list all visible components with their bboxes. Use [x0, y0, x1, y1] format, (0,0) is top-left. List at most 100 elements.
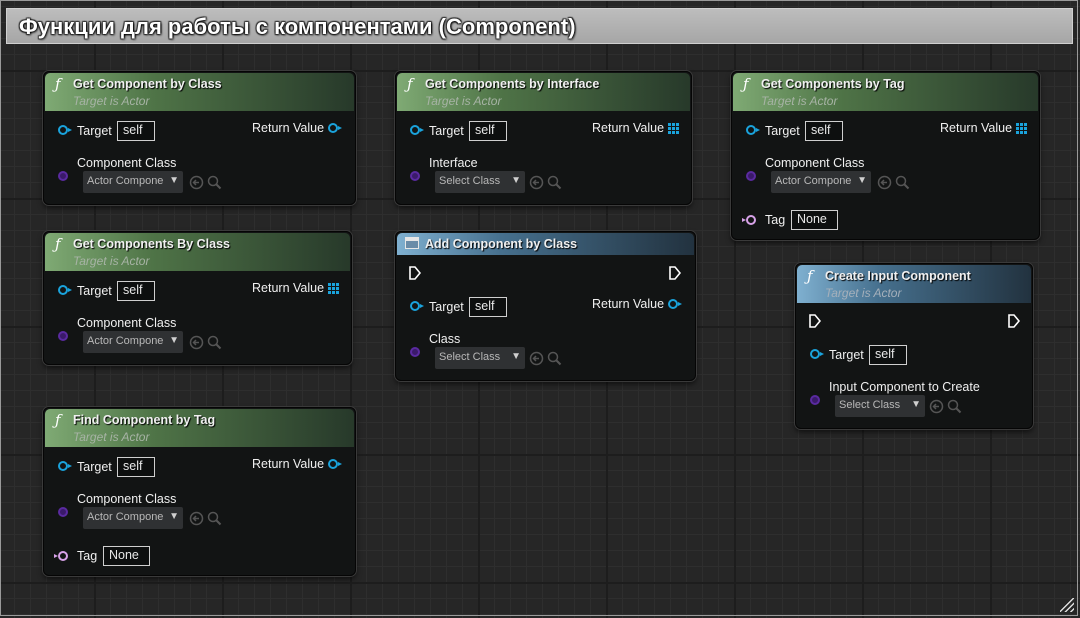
return-value-pin[interactable]	[668, 299, 682, 309]
node-get-components-by-class[interactable]: ƒ Get Components By Class Target is Acto…	[43, 231, 352, 365]
use-asset-icon[interactable]	[877, 175, 892, 190]
component-class-combo[interactable]: Actor Compone ▼	[83, 507, 183, 529]
node-header[interactable]: ƒ Get Components by Interface Target is …	[397, 73, 690, 111]
node-get-components-by-tag[interactable]: ƒ Get Components by Tag Target is Actor …	[731, 71, 1040, 240]
target-input[interactable]: self	[469, 297, 507, 317]
return-value-array-pin[interactable]	[1016, 123, 1027, 134]
chevron-down-icon: ▼	[511, 175, 521, 186]
component-class-combo[interactable]: Actor Compone ▼	[771, 171, 871, 193]
target-label: Target	[77, 284, 112, 298]
target-pin[interactable]	[58, 285, 72, 295]
browse-icon[interactable]	[207, 175, 222, 190]
node-header[interactable]: ƒ Create Input Component Target is Actor	[797, 265, 1031, 303]
target-input[interactable]: self	[117, 457, 155, 477]
target-input[interactable]: self	[869, 345, 907, 365]
return-value-label: Return Value	[592, 297, 665, 311]
target-pin[interactable]	[410, 301, 424, 311]
browse-icon[interactable]	[947, 399, 962, 414]
browse-icon[interactable]	[207, 335, 222, 350]
tag-input[interactable]: None	[791, 210, 838, 230]
node-header[interactable]: ƒ Find Component by Tag Target is Actor	[45, 409, 354, 447]
input-component-pin[interactable]	[810, 395, 820, 405]
use-asset-icon[interactable]	[929, 399, 944, 414]
asset-tools	[929, 399, 965, 415]
node-subtitle: Target is Actor	[73, 254, 150, 268]
node-find-component-by-tag[interactable]: ƒ Find Component by Tag Target is Actor …	[43, 407, 356, 576]
interface-label: Interface	[429, 156, 478, 170]
target-label: Target	[429, 124, 464, 138]
node-get-component-by-class[interactable]: ƒ Get Component by Class Target is Actor…	[43, 71, 356, 205]
chevron-down-icon: ▼	[169, 511, 179, 522]
return-value-array-pin[interactable]	[668, 123, 679, 134]
node-subtitle: Target is Actor	[761, 94, 838, 108]
target-label: Target	[77, 124, 112, 138]
browse-icon[interactable]	[895, 175, 910, 190]
target-pin[interactable]	[810, 349, 824, 359]
input-component-combo[interactable]: Select Class ▼	[835, 395, 925, 417]
target-pin[interactable]	[746, 125, 760, 135]
tag-pin[interactable]	[742, 215, 756, 225]
resize-grip-icon[interactable]	[1060, 598, 1074, 612]
node-title: Find Component by Tag	[73, 413, 216, 427]
interface-pin[interactable]	[410, 171, 420, 181]
target-input[interactable]: self	[469, 121, 507, 141]
component-class-pin[interactable]	[58, 507, 68, 517]
browse-icon[interactable]	[547, 351, 562, 366]
browse-icon[interactable]	[547, 175, 562, 190]
component-class-pin[interactable]	[58, 331, 68, 341]
node-subtitle: Target is Actor	[425, 94, 502, 108]
tag-label: Tag	[77, 549, 98, 563]
function-icon: ƒ	[807, 267, 813, 285]
return-value-label: Return Value	[252, 281, 325, 295]
component-class-combo[interactable]: Actor Compone ▼	[83, 171, 183, 193]
node-title: Get Component by Class	[73, 77, 222, 91]
target-pin[interactable]	[58, 125, 72, 135]
use-asset-icon[interactable]	[189, 335, 204, 350]
target-input[interactable]: self	[117, 121, 155, 141]
node-get-components-by-interface[interactable]: ƒ Get Components by Interface Target is …	[395, 71, 692, 205]
node-title: Get Components By Class	[73, 237, 230, 251]
use-asset-icon[interactable]	[529, 175, 544, 190]
tag-pin[interactable]	[54, 551, 68, 561]
component-class-pin[interactable]	[746, 171, 756, 181]
class-combo[interactable]: Select Class ▼	[435, 347, 525, 369]
target-label: Target	[429, 300, 464, 314]
browse-icon[interactable]	[207, 511, 222, 526]
tag-input[interactable]: None	[103, 546, 150, 566]
exec-out-pin-icon[interactable]	[1008, 314, 1020, 328]
function-icon: ƒ	[55, 235, 61, 253]
class-label: Class	[429, 332, 461, 346]
node-header[interactable]: Add Component by Class	[397, 233, 694, 255]
exec-out-pin-icon[interactable]	[669, 266, 681, 280]
use-asset-icon[interactable]	[189, 511, 204, 526]
node-header[interactable]: ƒ Get Components By Class Target is Acto…	[45, 233, 350, 271]
node-header[interactable]: ƒ Get Component by Class Target is Actor	[45, 73, 354, 111]
component-class-combo[interactable]: Actor Compone ▼	[83, 331, 183, 353]
node-subtitle: Target is Actor	[825, 286, 902, 300]
node-add-component-by-class[interactable]: Add Component by Class Target self Retur…	[395, 231, 696, 381]
asset-tools	[189, 511, 225, 527]
component-class-label: Component Class	[77, 492, 177, 506]
use-asset-icon[interactable]	[189, 175, 204, 190]
exec-in-pin-icon[interactable]	[809, 314, 821, 328]
combo-value: Select Class	[839, 399, 901, 411]
interface-combo[interactable]: Select Class ▼	[435, 171, 525, 193]
exec-in-pin-icon[interactable]	[409, 266, 421, 280]
comment-header[interactable]: Функции для работы с компонентами (Compo…	[6, 8, 1073, 44]
return-value-label: Return Value	[252, 457, 325, 471]
asset-tools	[529, 351, 565, 367]
combo-value: Actor Compone	[87, 511, 164, 523]
use-asset-icon[interactable]	[529, 351, 544, 366]
component-class-pin[interactable]	[58, 171, 68, 181]
target-input[interactable]: self	[117, 281, 155, 301]
class-pin[interactable]	[410, 347, 420, 357]
return-value-pin[interactable]	[328, 459, 342, 469]
target-pin[interactable]	[410, 125, 424, 135]
node-create-input-component[interactable]: ƒ Create Input Component Target is Actor…	[795, 263, 1033, 429]
chevron-down-icon: ▼	[911, 399, 921, 410]
return-value-pin[interactable]	[328, 123, 342, 133]
target-input[interactable]: self	[805, 121, 843, 141]
target-pin[interactable]	[58, 461, 72, 471]
node-header[interactable]: ƒ Get Components by Tag Target is Actor	[733, 73, 1038, 111]
return-value-array-pin[interactable]	[328, 283, 339, 294]
